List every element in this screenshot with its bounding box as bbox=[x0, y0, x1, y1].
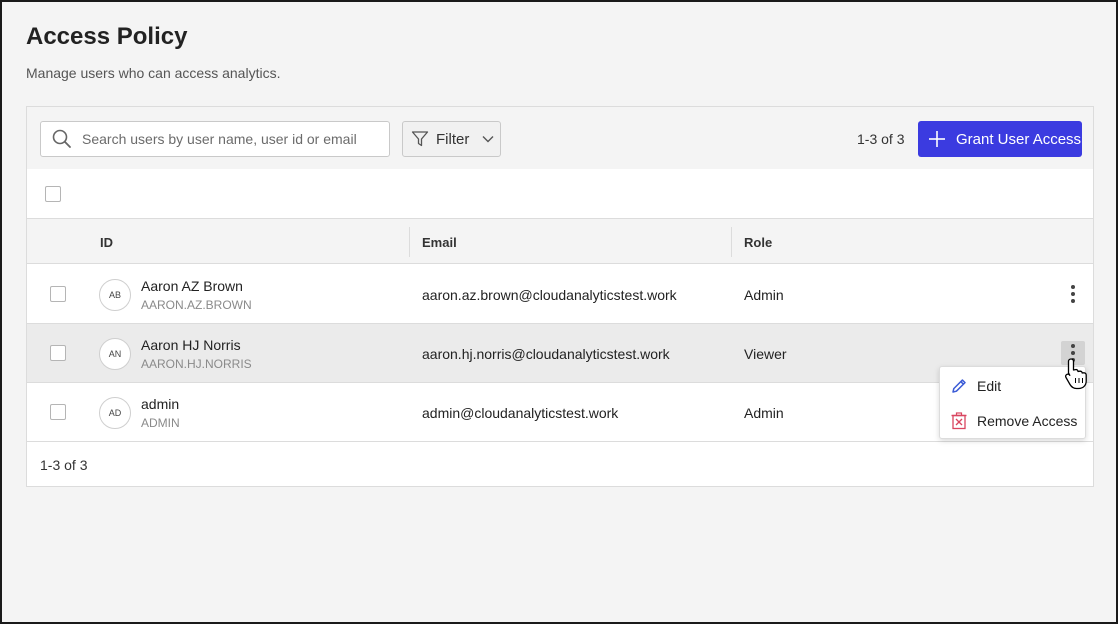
filter-label: Filter bbox=[436, 130, 470, 148]
avatar: AD bbox=[99, 397, 131, 429]
user-id: AARON.AZ.BROWN bbox=[141, 298, 252, 312]
row-checkbox[interactable] bbox=[50, 404, 66, 420]
table-header: ID Email Role bbox=[27, 219, 1093, 264]
menu-item-remove-access[interactable]: Remove Access bbox=[940, 404, 1085, 438]
remove-access-icon bbox=[949, 412, 969, 430]
app-frame: Access Policy Manage users who can acces… bbox=[0, 0, 1118, 624]
search-input[interactable] bbox=[80, 130, 380, 148]
user-id: ADMIN bbox=[141, 416, 180, 430]
menu-item-label: Remove Access bbox=[977, 413, 1078, 429]
column-divider bbox=[409, 227, 410, 257]
select-all-row bbox=[27, 169, 1093, 219]
user-email: admin@cloudanalyticstest.work bbox=[422, 405, 619, 421]
hand-cursor-icon bbox=[1065, 358, 1087, 390]
page-subtitle: Manage users who can access analytics. bbox=[26, 65, 281, 81]
more-vertical-icon bbox=[1071, 285, 1075, 303]
row-checkbox[interactable] bbox=[50, 286, 66, 302]
avatar: AN bbox=[99, 338, 131, 370]
user-name: Aaron AZ Brown bbox=[141, 278, 243, 294]
toolbar: Filter 1-3 of 3 Grant User Access bbox=[27, 107, 1093, 169]
page-title: Access Policy bbox=[26, 23, 188, 50]
users-panel: Filter 1-3 of 3 Grant User Access bbox=[26, 106, 1094, 487]
column-header-role[interactable]: Role bbox=[744, 235, 772, 250]
avatar: AB bbox=[99, 279, 131, 311]
row-actions-button[interactable] bbox=[1061, 282, 1085, 306]
column-divider bbox=[731, 227, 732, 257]
user-role: Admin bbox=[744, 287, 784, 303]
user-email: aaron.az.brown@cloudanalyticstest.work bbox=[422, 287, 677, 303]
row-checkbox[interactable] bbox=[50, 345, 66, 361]
search-icon bbox=[52, 129, 71, 148]
filter-icon bbox=[411, 130, 429, 148]
table-row[interactable]: AB Aaron AZ Brown AARON.AZ.BROWN aaron.a… bbox=[27, 265, 1093, 324]
menu-item-label: Edit bbox=[977, 378, 1002, 394]
plus-icon bbox=[928, 130, 946, 148]
user-name: admin bbox=[141, 396, 180, 412]
search-box[interactable] bbox=[40, 121, 390, 157]
pencil-icon bbox=[949, 377, 969, 395]
chevron-down-icon bbox=[481, 132, 495, 146]
filter-button[interactable]: Filter bbox=[402, 121, 501, 157]
footer-count: 1-3 of 3 bbox=[40, 457, 88, 473]
user-role: Admin bbox=[744, 405, 784, 421]
grant-button-label: Grant User Access bbox=[956, 130, 1082, 148]
user-email: aaron.hj.norris@cloudanalyticstest.work bbox=[422, 346, 670, 362]
user-name: Aaron HJ Norris bbox=[141, 337, 241, 353]
user-role: Viewer bbox=[744, 346, 787, 362]
column-header-id[interactable]: ID bbox=[100, 235, 113, 250]
result-count: 1-3 of 3 bbox=[857, 131, 905, 147]
grant-user-access-button[interactable]: Grant User Access bbox=[918, 121, 1082, 157]
table-row[interactable]: AN Aaron HJ Norris AARON.HJ.NORRIS aaron… bbox=[27, 324, 1093, 383]
column-header-email[interactable]: Email bbox=[422, 235, 457, 250]
user-id: AARON.HJ.NORRIS bbox=[141, 357, 252, 371]
table-row[interactable]: AD admin ADMIN admin@cloudanalyticstest.… bbox=[27, 383, 1093, 442]
select-all-checkbox[interactable] bbox=[45, 186, 61, 202]
